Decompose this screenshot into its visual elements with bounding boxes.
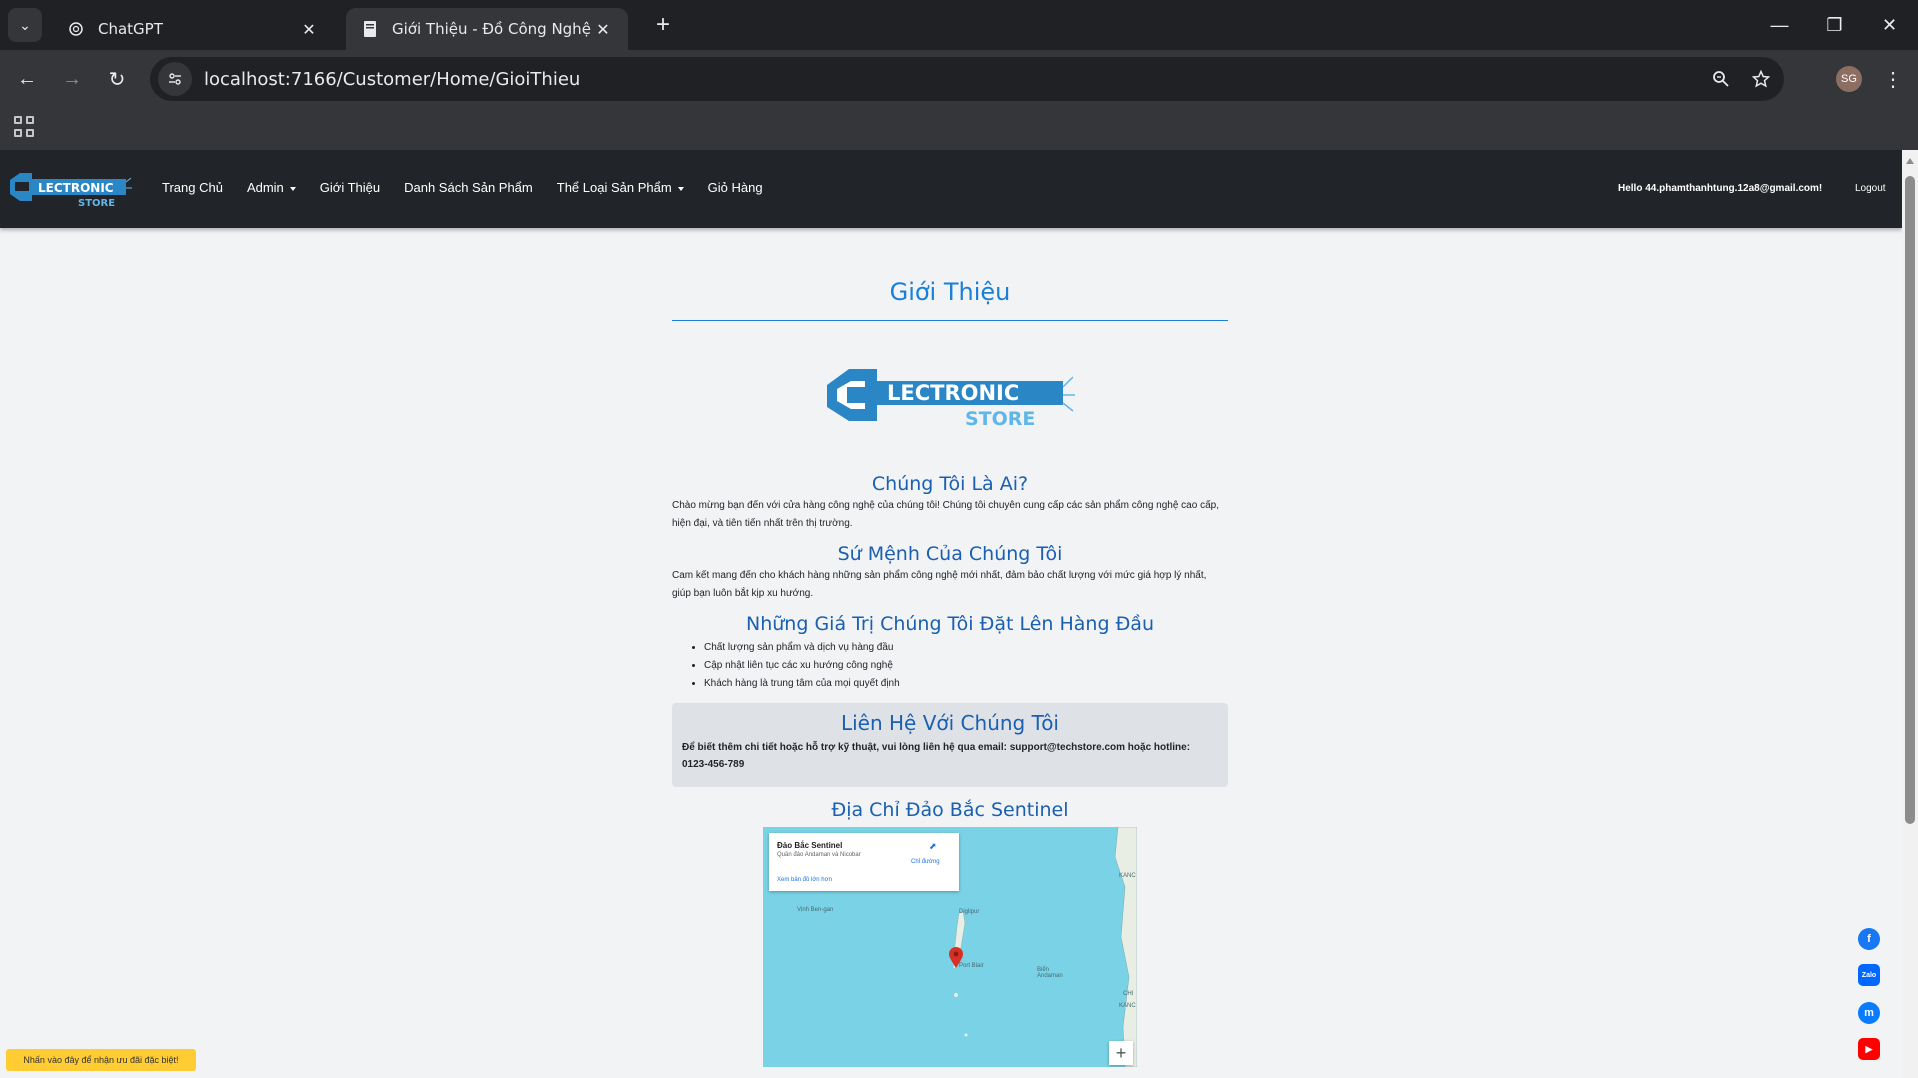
directions-link[interactable]: Chỉ đường: [911, 859, 940, 865]
caret-down-icon: [677, 186, 684, 191]
list-item: Cập nhật liên tục các xu hướng công nghệ: [704, 657, 1228, 675]
list-item: Chất lượng sản phẩm và dịch vụ hàng đầu: [704, 639, 1228, 657]
menu-the-loai-san-pham[interactable]: Thể Loại Sản Phẩm: [557, 180, 684, 195]
map-label: Vịnh Ben-gan: [797, 907, 834, 913]
menu-label: Danh Sách Sản Phẩm: [404, 180, 533, 195]
zalo-icon[interactable]: Zalo: [1858, 964, 1880, 986]
browser-tab-chatgpt[interactable]: ChatGPT ✕: [52, 8, 334, 50]
menu-label: Giới Thiệu: [319, 180, 381, 195]
new-tab-button[interactable]: +: [650, 11, 676, 38]
logo-text-line2: STORE: [965, 408, 1035, 430]
arrow-right-icon: →: [62, 67, 82, 90]
plus-icon: +: [655, 11, 670, 38]
url-text[interactable]: localhost:7166/Customer/Home/GioiThieu: [204, 69, 1704, 90]
messenger-icon[interactable]: m: [1858, 1002, 1880, 1024]
address-bar[interactable]: localhost:7166/Customer/Home/GioiThieu: [150, 57, 1784, 101]
close-window-button[interactable]: ✕: [1862, 0, 1917, 50]
tab-search-button[interactable]: ⌄: [8, 8, 42, 42]
about-content: Giới Thiệu LECTRONIC STORE Chúng Tôi Là …: [672, 228, 1228, 1067]
zoom-icon[interactable]: [1704, 62, 1738, 96]
about-logo: LECTRONIC STORE: [672, 363, 1228, 433]
browser-tab-gioi-thieu[interactable]: Giới Thiệu - Đồ Công Nghệ - Pr ✕: [346, 8, 628, 50]
close-icon: ✕: [1881, 14, 1898, 35]
site-info-icon[interactable]: [158, 62, 192, 96]
site-logo[interactable]: LECTRONIC STORE: [8, 170, 132, 210]
who-heading: Chúng Tôi Là Ai?: [871, 473, 1029, 495]
forward-button[interactable]: →: [55, 62, 89, 96]
map-info-card: Đảo Bắc Sentinel Quần đảo Andaman và Nic…: [769, 833, 959, 891]
chatgpt-icon: [66, 19, 86, 39]
youtube-icon[interactable]: ▶: [1858, 1038, 1880, 1060]
back-button[interactable]: ←: [10, 62, 44, 96]
mission-heading: Sứ Mệnh Của Chúng Tôi: [837, 543, 1063, 565]
menu-gioi-thieu[interactable]: Giới Thiệu: [320, 180, 380, 195]
menu-danh-sach-san-pham[interactable]: Danh Sách Sản Phẩm: [404, 180, 533, 195]
site-navbar: LECTRONIC STORE Trang Chủ Admin Giới Thi…: [0, 150, 1902, 228]
reload-button[interactable]: ↻: [100, 62, 134, 96]
menu-trang-chu[interactable]: Trang Chủ: [162, 180, 223, 195]
menu-gio-hang[interactable]: Giỏ Hàng: [708, 180, 763, 195]
scroll-up-icon[interactable]: [1906, 158, 1914, 164]
chevron-down-icon: ⌄: [19, 16, 31, 33]
minimize-icon: —: [1770, 14, 1789, 35]
page-scrollbar[interactable]: [1902, 150, 1918, 1078]
menu-label: Admin: [246, 180, 284, 195]
tab-title: Giới Thiệu - Đồ Công Nghệ - Pr: [392, 20, 592, 38]
profile-avatar[interactable]: SG: [1836, 66, 1862, 92]
map-label: CHI: [1123, 991, 1134, 997]
menu-admin[interactable]: Admin: [247, 180, 296, 195]
contact-heading: Liên Hệ Với Chúng Tôi: [840, 711, 1059, 735]
menu-label: Thể Loại Sản Phẩm: [556, 180, 672, 195]
reload-icon: ↻: [108, 68, 126, 91]
apps-grid-icon[interactable]: [14, 116, 36, 138]
browser-tab-bar: ⌄ ChatGPT ✕ Giới Thiệu - Đồ Công Nghệ - …: [0, 0, 1918, 50]
who-text: Chào mừng bạn đến với cửa hàng công nghệ…: [672, 500, 1219, 529]
tab-title: ChatGPT: [98, 20, 163, 38]
browser-menu-icon[interactable]: ⋮: [1880, 62, 1906, 96]
scrollbar-thumb[interactable]: [1905, 176, 1915, 824]
minimize-button[interactable]: —: [1752, 0, 1807, 50]
values-list: Chất lượng sản phẩm và dịch vụ hàng đầu …: [704, 639, 1228, 693]
menu-label: Giỏ Hàng: [707, 180, 763, 195]
logo-text-line1: LECTRONIC: [38, 181, 114, 195]
promo-banner[interactable]: Nhấn vào đây để nhận ưu đãi đặc biệt!: [6, 1049, 196, 1071]
map-zoom-in-button[interactable]: +: [1109, 1041, 1133, 1065]
map-label: KANC: [1119, 873, 1136, 879]
directions-icon[interactable]: ⬈: [929, 841, 939, 851]
browser-toolbar: ← → ↻ localhost:7166/Customer/Home/GioiT…: [0, 50, 1918, 108]
title-divider: [672, 320, 1228, 321]
logout-link[interactable]: Logout: [1855, 183, 1886, 194]
values-heading: Những Giá Trị Chúng Tôi Đặt Lên Hàng Đầu: [746, 613, 1154, 635]
map-region: Quần đảo Andaman và Nicobar: [777, 852, 861, 858]
embedded-map[interactable]: Đảo Bắc Sentinel Quần đảo Andaman và Nic…: [763, 827, 1137, 1067]
address-heading: Địa Chỉ Đảo Bắc Sentinel: [831, 799, 1069, 821]
arrow-left-icon: ←: [17, 67, 37, 90]
restore-icon: ❐: [1826, 14, 1843, 35]
map-label: Port Blair: [959, 963, 984, 969]
document-icon: [360, 19, 380, 39]
close-icon[interactable]: ✕: [592, 18, 614, 40]
page-title: Giới Thiệu: [889, 278, 1011, 306]
close-icon[interactable]: ✕: [298, 18, 320, 40]
bookmark-star-icon[interactable]: [1744, 62, 1778, 96]
user-greeting[interactable]: Hello 44.phamthanhtung.12a8@gmail.com!: [1618, 183, 1822, 194]
map-label: Biển Andaman: [1037, 967, 1063, 979]
logo-text-line1: LECTRONIC: [887, 381, 1019, 405]
page-viewport: LECTRONIC STORE Trang Chủ Admin Giới Thi…: [0, 150, 1902, 1078]
map-label: Diglipur: [959, 909, 980, 915]
menu-label: Trang Chủ: [162, 180, 223, 195]
mission-text: Cam kết mang đến cho khách hàng những sả…: [672, 570, 1207, 599]
bookmarks-bar: [0, 108, 1918, 150]
list-item: Khách hàng là trung tâm của mọi quyết đị…: [704, 675, 1228, 693]
contact-text: Để biết thêm chi tiết hoặc hỗ trợ kỹ thu…: [682, 742, 1191, 770]
map-label: KANC: [1119, 1003, 1136, 1009]
main-menu: Trang Chủ Admin Giới Thiệu Danh Sách Sản…: [162, 180, 787, 195]
facebook-icon[interactable]: f: [1858, 928, 1880, 950]
logo-text-line2: STORE: [78, 198, 115, 209]
map-place-name: Đảo Bắc Sentinel: [777, 841, 843, 850]
contact-box: Liên Hệ Với Chúng Tôi Để biết thêm chi t…: [672, 703, 1228, 787]
view-larger-map-link[interactable]: Xem bản đồ lớn hơn: [777, 877, 832, 883]
caret-down-icon: [289, 186, 296, 191]
restore-button[interactable]: ❐: [1807, 0, 1862, 50]
